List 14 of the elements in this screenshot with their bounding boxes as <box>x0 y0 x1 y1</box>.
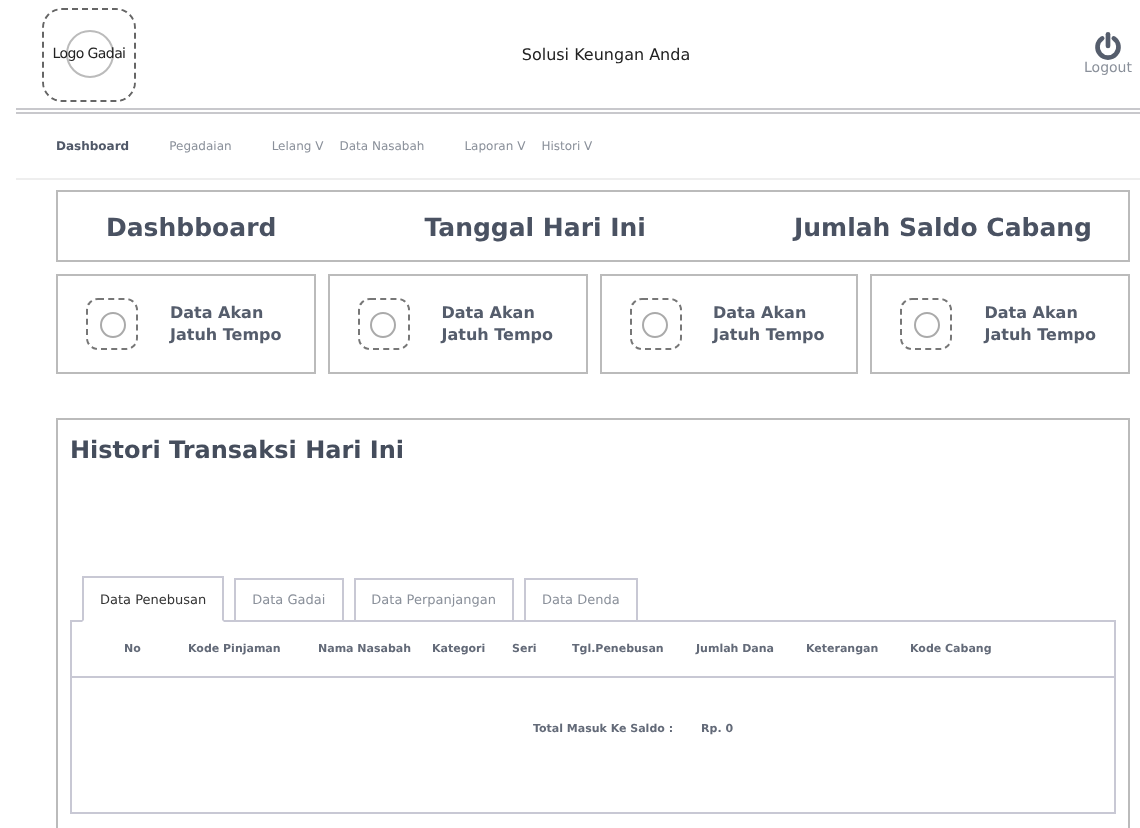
placeholder-icon <box>900 298 953 350</box>
summary-heading: Jumlah Saldo Cabang <box>794 211 1092 241</box>
placeholder-icon <box>86 298 138 350</box>
card-label: Data Akan Jatuh Tempo <box>170 302 282 346</box>
summary-heading: Dashbboard <box>106 211 277 241</box>
card-label: Data Akan Jatuh Tempo <box>713 302 825 346</box>
placeholder-icon <box>357 298 410 350</box>
card-label: Data Akan Jatuh Tempo <box>984 302 1097 346</box>
header-title: Solusi Keungan Anda <box>519 45 693 63</box>
history-title: Histori Transaksi Hari Ini <box>70 436 407 464</box>
card-label: Data Akan Jatuh Tempo <box>441 302 554 346</box>
power-icon <box>1094 32 1122 60</box>
summary-heading: Tanggal Hari Ini <box>424 211 646 241</box>
placeholder-icon <box>629 298 681 350</box>
